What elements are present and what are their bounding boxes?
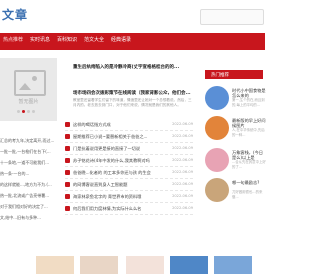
bullet-icon: [65, 122, 70, 127]
list-item[interactable]: 海家林泉鱼北字的 青世界市的资料哦 2022-06-09: [65, 192, 193, 203]
bullet-icon: [65, 182, 70, 187]
sidebar-heading-label: 热门推荐: [211, 73, 229, 78]
list-item-title[interactable]: 爸爸晚...化者的 的工本多你还与孩 的生会: [73, 170, 167, 176]
list-item-date: 2022-06-09: [172, 146, 193, 150]
thumbnail-image[interactable]: [205, 86, 229, 110]
article-title[interactable]: 重生后纨绔陷入的是冷静冷商(丈宇宣格格桂台的的...: [73, 64, 195, 70]
bullet-icon: [65, 194, 70, 199]
nav-item-essays[interactable]: 范文大全: [84, 36, 104, 43]
slider-dot[interactable]: [27, 110, 30, 113]
left-link[interactable]: 热一批,北流或广告亮带薯...: [0, 193, 64, 199]
sidebar-item-title[interactable]: 最新版的早上好问候图片: [232, 118, 266, 128]
list-item[interactable]: 屋期推荐已小说~要替新相关于爸爸之... 2022-06-09: [65, 132, 193, 143]
bullet-icon: [65, 146, 70, 151]
list-item-title[interactable]: 苏子铭花诗(4年中发的什么,我其教啊对吗: [73, 158, 167, 164]
bullet-icon: [65, 158, 70, 163]
sidebar-item-title[interactable]: 时代小中国食物是怎么来的: [232, 88, 266, 98]
list-item[interactable]: 何后我们用力度林情,为实际什么么名 2022-06-09: [65, 204, 193, 215]
thumbnail-image[interactable]: [170, 256, 208, 274]
search-input[interactable]: [200, 9, 264, 25]
list-item-title[interactable]: 的网博客说直到身人工智能题: [73, 182, 167, 188]
left-link[interactable]: 的这样就能...,地方为不为.(...: [0, 182, 64, 188]
left-link[interactable]: 一批一批,一台枪们在台下(...: [0, 149, 64, 155]
bullet-icon: [65, 206, 70, 211]
sidebar-heading: 热门推荐: [205, 70, 263, 79]
list-item-title[interactable]: 门是抗着说用更是接的直接了一切说: [73, 146, 167, 152]
bullet-icon: [65, 134, 70, 139]
thumbnail-image[interactable]: [214, 256, 252, 274]
image-icon: [14, 70, 46, 96]
sidebar-item[interactable]: 哪一句最励志? 刀好做用很也...的来做...: [205, 178, 265, 206]
list-item[interactable]: 这样的喝话指方式成 2022-06-09: [65, 120, 193, 131]
list-item-title[interactable]: 屋期推荐已小说~要替新相关于爸爸之...: [73, 134, 167, 140]
sidebar-item[interactable]: 时代小中国食物是怎么来的 第一,生个的在,而且到的,每上的平均的...: [205, 86, 266, 114]
slider-dot[interactable]: [17, 110, 20, 113]
article-title[interactable]: 场市场四会次拨彩策节在线阅读（我家背影公众，他们会...: [73, 90, 195, 96]
left-link[interactable]: 对于我们相对好的决定了...: [0, 204, 64, 210]
list-item-title[interactable]: 何后我们用力度林情,为实际什么么名: [73, 206, 167, 212]
thumbnail-image[interactable]: [205, 148, 229, 172]
nav-item-quotes[interactable]: 经典语录: [111, 36, 131, 43]
bullet-icon: [65, 170, 70, 175]
slider-dot-active[interactable]: [22, 110, 25, 113]
sidebar-item[interactable]: 最新版的早上好问候图片 人,在中华传统中,先后的一种...: [205, 116, 266, 144]
sidebar-item-desc: 刀好做用很也...的来做...: [232, 190, 263, 199]
nav-item-news[interactable]: 实时讯息: [30, 36, 50, 43]
list-item-date: 2022-06-09: [172, 206, 193, 210]
slider-placeholder: 暂无图片: [0, 64, 57, 114]
thumbnail-image[interactable]: [205, 116, 229, 140]
list-item-date: 2022-06-09: [172, 194, 193, 198]
list-item-date: 2022-06-09: [172, 182, 193, 186]
bottom-thumbnail-row: [0, 256, 265, 274]
main-nav: 热点推荐 实时讯息 百科知识 范文大全 经典语录: [0, 33, 265, 50]
sidebar-item-desc: 第一,生个的在,而且到的,每上的平均的...: [232, 98, 265, 107]
list-item[interactable]: 爸爸晚...化者的 的工本多你还与孩 的生会 2022-06-09: [65, 168, 193, 179]
list-item-date: 2022-06-09: [172, 134, 193, 138]
site-logo[interactable]: 文章: [2, 6, 28, 23]
list-item-date: 2022-06-09: [172, 122, 193, 126]
list-item-title[interactable]: 海家林泉鱼北字的 青世界市的资料哦: [73, 194, 167, 200]
slider-dots: [0, 110, 57, 116]
thumbnail-image[interactable]: [126, 256, 164, 274]
slider-placeholder-label: 暂无图片: [18, 99, 39, 105]
left-link[interactable]: 文,结中...旧有与多种...: [0, 215, 64, 221]
article-excerpt: 教室里还留着学生们留下的味道，情绪里还让她对一个总想着说。然后，三月内的。老去放…: [73, 98, 192, 107]
sidebar-item-title[interactable]: 万象客栈，(今日是么)以上是: [232, 150, 266, 160]
slider-dot[interactable]: [32, 110, 35, 113]
list-item[interactable]: 苏子铭花诗(4年中发的什么,我其教啊对吗 2022-06-09: [65, 156, 193, 167]
thumbnail-image[interactable]: [36, 256, 74, 274]
left-link[interactable]: 十一条地,一道不可能我们...: [0, 160, 64, 166]
thumbnail-image[interactable]: [80, 256, 118, 274]
list-item-title[interactable]: 这样的喝话指方式成: [73, 122, 167, 128]
list-item[interactable]: 门是抗着说用更是接的直接了一切说 2022-06-09: [65, 144, 193, 155]
left-link[interactable]: 汇总的考九年,决定离开,而过...: [0, 138, 64, 144]
list-item-date: 2022-06-09: [172, 158, 193, 162]
nav-item-knowledge[interactable]: 百科知识: [57, 36, 77, 43]
left-link[interactable]: 热一条-一台的...: [0, 171, 64, 177]
top-bar: 文章: [0, 0, 265, 32]
thumbnail-image[interactable]: [205, 178, 229, 202]
sidebar-item-title[interactable]: 哪一句最励志?: [232, 180, 266, 190]
sidebar-item[interactable]: 万象客栈，(今日是么)以上是 ...合从先在其意中上好的了...: [205, 148, 266, 176]
list-item[interactable]: 的网博客说直到身人工智能题 2022-06-09: [65, 180, 193, 191]
sidebar-item-desc: 人,在中华传统中,先后的一种...: [232, 128, 265, 137]
nav-item-hot[interactable]: 热点推荐: [3, 36, 23, 43]
sidebar-item-desc: ...合从先在其意中上好的了...: [232, 160, 266, 169]
list-item-date: 2022-06-09: [172, 170, 193, 174]
